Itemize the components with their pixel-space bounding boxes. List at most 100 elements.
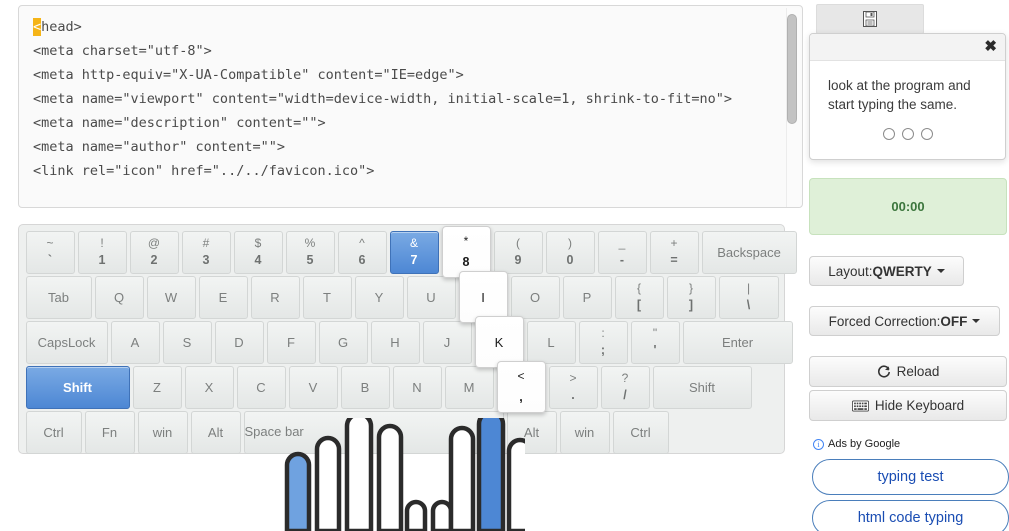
virtual-keyboard[interactable]: ~ `! 1 @2 #3 $4% 5 ^ 6 & 7 * 8(9) 0 _ - + = Backspace Tab Q W… xyxy=(18,224,797,454)
key-label: Ctrl xyxy=(630,425,651,440)
code-sample-panel[interactable]: <head> <meta charset="utf-8"> <meta http-e… xyxy=(18,5,803,208)
key-~`[interactable]: ~ ` xyxy=(25,231,75,274)
key-label: Q xyxy=(113,290,125,305)
typing-tutor-app: <head> <meta charset="utf-8"> <meta http-e… xyxy=(0,0,1009,531)
key-o[interactable]: O xyxy=(510,276,560,319)
key-x[interactable]: X xyxy=(184,366,234,409)
key-f[interactable]: F xyxy=(266,321,316,364)
key-{[[interactable]: {[ xyxy=(614,276,664,319)
key-legend-shifted: # xyxy=(202,236,210,251)
save-button[interactable] xyxy=(816,4,924,34)
forced-correction-dropdown-button[interactable]: Forced Correction: OFF xyxy=(809,306,1000,336)
key-|\[interactable]: | \ xyxy=(718,276,779,319)
key-z[interactable]: Z xyxy=(132,366,182,409)
key-shift[interactable]: Shift xyxy=(25,366,130,409)
key-legend-shifted: * xyxy=(463,233,469,248)
key-j[interactable]: J xyxy=(422,321,472,364)
key-enter[interactable]: Enter xyxy=(682,321,793,364)
key-capslock[interactable]: CapsLock xyxy=(25,321,108,364)
hint-step-dot[interactable] xyxy=(901,128,914,140)
key-ctrl[interactable]: Ctrl xyxy=(25,411,82,454)
layout-dropdown-button[interactable]: Layout: QWERTY xyxy=(809,256,964,286)
hint-step-dot[interactable] xyxy=(920,128,933,140)
key-s[interactable]: S xyxy=(162,321,212,364)
key-legend-base: 3 xyxy=(202,252,210,267)
key-e[interactable]: E xyxy=(198,276,248,319)
key-fn[interactable]: Fn xyxy=(84,411,135,454)
key-c[interactable]: C xyxy=(236,366,286,409)
key-legend-base: 0 xyxy=(566,252,574,267)
key-}][interactable]: }] xyxy=(666,276,716,319)
key-legend-base: / xyxy=(623,387,627,402)
key-+=[interactable]: + = xyxy=(649,231,699,274)
reload-label: Reload xyxy=(896,364,940,379)
key-(9[interactable]: (9 xyxy=(493,231,543,274)
info-icon[interactable]: i xyxy=(813,438,824,450)
key-legend-base: , xyxy=(519,389,523,404)
key-"'[interactable]: " ' xyxy=(630,321,680,364)
key-r[interactable]: R xyxy=(250,276,300,319)
close-icon[interactable]: ✖ xyxy=(984,37,997,56)
key-@2[interactable]: @2 xyxy=(129,231,179,274)
key-win[interactable]: win xyxy=(559,411,610,454)
key-g[interactable]: G xyxy=(318,321,368,364)
key-?/[interactable]: ? / xyxy=(600,366,650,409)
key-label: C xyxy=(256,380,266,395)
key->.[interactable]: >. xyxy=(548,366,598,409)
key-w[interactable]: W xyxy=(146,276,196,319)
key-#3[interactable]: #3 xyxy=(181,231,231,274)
key-legend-base: ; xyxy=(600,342,606,357)
key-legend-base: 6 xyxy=(358,252,366,267)
key-legend-shifted: { xyxy=(636,281,641,296)
code-scrollbar-track[interactable] xyxy=(786,8,800,207)
key-h[interactable]: H xyxy=(370,321,420,364)
key-alt[interactable]: Alt xyxy=(190,411,241,454)
key-$4[interactable]: $4 xyxy=(233,231,283,274)
key-backspace[interactable]: Backspace xyxy=(701,231,797,274)
key-ctrl[interactable]: Ctrl xyxy=(612,411,669,454)
key-tab[interactable]: Tab xyxy=(25,276,92,319)
key-p[interactable]: P xyxy=(562,276,612,319)
key-label: F xyxy=(287,335,295,350)
keyboard-icon xyxy=(851,399,869,412)
key-&7[interactable]: & 7 xyxy=(389,231,439,274)
key-label: Fn xyxy=(101,425,118,440)
key-a[interactable]: A xyxy=(110,321,160,364)
key-t[interactable]: T xyxy=(302,276,352,319)
key-:;[interactable]: :; xyxy=(578,321,628,364)
forced-correction-label: Forced Correction: xyxy=(828,313,941,329)
key-_-[interactable]: _ - xyxy=(597,231,647,274)
key-%5[interactable]: % 5 xyxy=(285,231,335,274)
key-label: N xyxy=(412,380,422,395)
reload-icon xyxy=(877,364,890,378)
key-!1[interactable]: ! 1 xyxy=(77,231,127,274)
key-n[interactable]: N xyxy=(392,366,442,409)
key-v[interactable]: V xyxy=(288,366,338,409)
hide-keyboard-button[interactable]: Hide Keyboard xyxy=(809,390,1007,421)
key-)0[interactable]: ) 0 xyxy=(545,231,595,274)
key-b[interactable]: B xyxy=(340,366,390,409)
key-label: Shift xyxy=(63,380,92,395)
hint-step-dots[interactable] xyxy=(810,128,1005,140)
key-^6[interactable]: ^ 6 xyxy=(337,231,387,274)
key-u[interactable]: U xyxy=(406,276,456,319)
key-label: W xyxy=(164,290,178,305)
hint-step-dot[interactable] xyxy=(882,128,895,140)
key-alt[interactable]: Alt xyxy=(506,411,557,454)
ad-link-html-code-typing[interactable]: html code typing xyxy=(812,500,1009,531)
key-win[interactable]: win xyxy=(137,411,188,454)
key-d[interactable]: D xyxy=(214,321,264,364)
key-m[interactable]: M xyxy=(444,366,494,409)
key-y[interactable]: Y xyxy=(354,276,404,319)
key-space-bar[interactable]: Space bar xyxy=(243,411,504,454)
key-shift[interactable]: Shift xyxy=(652,366,752,409)
key-q[interactable]: Q xyxy=(94,276,144,319)
code-scrollbar-thumb[interactable] xyxy=(787,14,797,124)
key-legend-base: 9 xyxy=(514,252,522,267)
ad-link-typing-test[interactable]: typing test xyxy=(812,459,1009,495)
key-<,[interactable]: <, xyxy=(496,361,546,413)
reload-button[interactable]: Reload xyxy=(809,356,1007,387)
keyboard-row: CapsLock A S D F G H J K L:; " ' Enter xyxy=(24,316,793,368)
key-l[interactable]: L xyxy=(526,321,576,364)
key-label: Tab xyxy=(48,290,69,305)
